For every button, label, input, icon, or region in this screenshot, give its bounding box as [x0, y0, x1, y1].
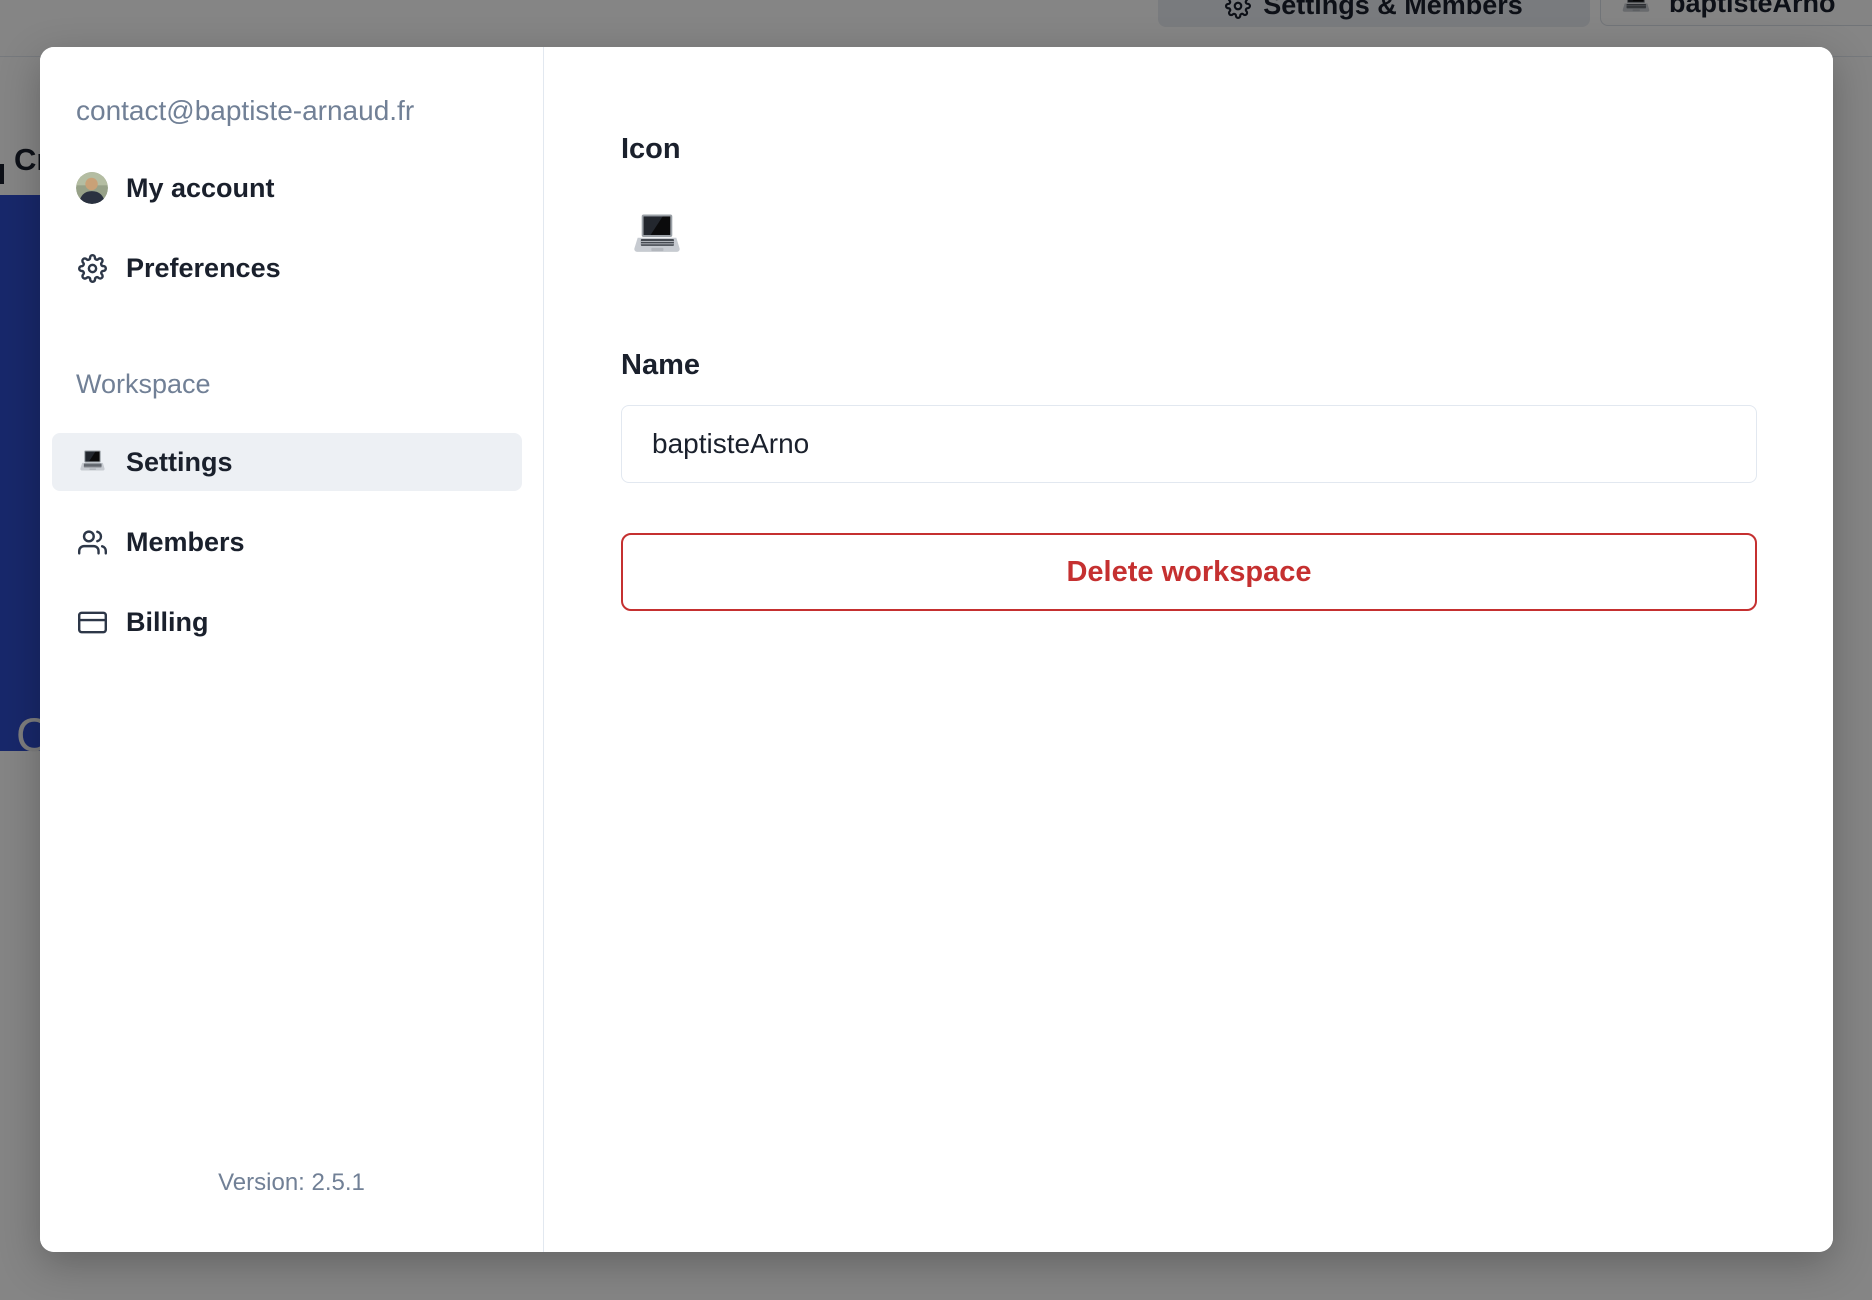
- laptop-icon: [76, 446, 108, 478]
- sidebar-item-label: Billing: [126, 606, 209, 637]
- avatar: [76, 172, 108, 204]
- workspace-settings-modal: contact@baptiste-arnaud.fr My account Pr…: [40, 47, 1833, 1252]
- sidebar-item-label: Preferences: [126, 252, 281, 283]
- sidebar-item-my-account[interactable]: My account: [52, 159, 522, 217]
- workspace-section-heading: Workspace: [76, 369, 211, 399]
- credit-card-icon: [76, 606, 108, 638]
- workspace-settings-panel: Icon Name Delete workspace: [544, 47, 1833, 1252]
- sidebar-item-preferences[interactable]: Preferences: [52, 239, 522, 297]
- laptop-icon: [628, 208, 688, 266]
- name-section-heading: Name: [621, 349, 700, 381]
- version-label: Version: 2.5.1: [218, 1169, 365, 1196]
- sidebar-item-billing[interactable]: Billing: [52, 593, 522, 651]
- workspace-icon-button[interactable]: [628, 207, 688, 267]
- delete-workspace-button[interactable]: Delete workspace: [621, 533, 1757, 611]
- sidebar-item-label: My account: [126, 172, 275, 203]
- sidebar-item-label: Settings: [126, 446, 233, 477]
- user-email: contact@baptiste-arnaud.fr: [76, 95, 415, 126]
- sidebar-item-label: Members: [126, 526, 245, 557]
- sidebar-item-members[interactable]: Members: [52, 513, 522, 571]
- icon-section-heading: Icon: [621, 133, 681, 165]
- settings-sidebar: contact@baptiste-arnaud.fr My account Pr…: [40, 47, 544, 1252]
- workspace-name-input[interactable]: [621, 405, 1757, 483]
- gear-icon: [76, 252, 108, 284]
- users-icon: [76, 526, 108, 558]
- sidebar-item-settings[interactable]: Settings: [52, 433, 522, 491]
